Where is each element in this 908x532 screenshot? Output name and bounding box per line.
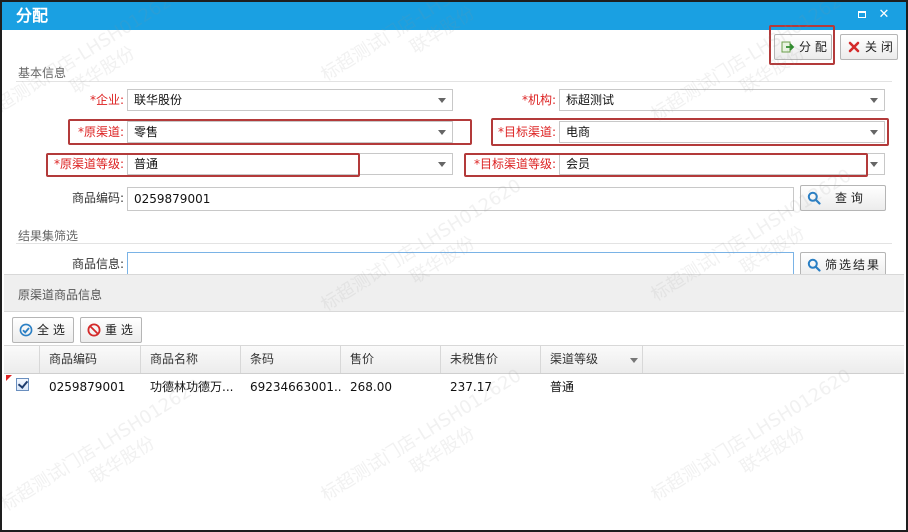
grid-header-checkbox-col	[4, 346, 40, 373]
chevron-down-icon	[438, 162, 446, 167]
filter-results-label: 筛选结果	[825, 258, 882, 272]
source-channel-label: *原渠道:	[77, 125, 124, 139]
chevron-down-icon	[438, 98, 446, 103]
chevron-down-icon	[438, 130, 446, 135]
target-level-value: 会员	[566, 157, 591, 171]
target-channel-label: *目标渠道:	[497, 125, 556, 139]
target-channel-select[interactable]: 电商	[559, 121, 885, 143]
cell-channel-level: 普通	[550, 380, 575, 394]
product-code-input[interactable]: 0259879001	[127, 187, 794, 211]
cell-price: 268.00	[350, 380, 392, 394]
company-value: 联华股份	[134, 93, 183, 107]
search-icon	[807, 258, 821, 272]
source-channel-value: 零售	[134, 125, 159, 139]
column-header-price-no-tax[interactable]: 未税售价	[441, 346, 541, 373]
org-value: 标超测试	[566, 93, 615, 107]
company-select[interactable]: 联华股份	[127, 89, 453, 111]
close-button[interactable]: 关 闭	[840, 34, 898, 60]
source-channel-select[interactable]: 零售	[127, 121, 453, 143]
chevron-down-icon	[870, 98, 878, 103]
target-level-label: *目标渠道等级:	[473, 157, 556, 171]
title-bar[interactable]: 分配 ✕	[2, 2, 906, 30]
column-header-name[interactable]: 商品名称	[141, 346, 241, 373]
close-button-label: 关 闭	[865, 40, 893, 54]
cell-price-no-tax: 237.17	[450, 380, 492, 394]
cell-name: 功德林功德万...	[150, 380, 234, 394]
column-header-barcode[interactable]: 条码	[241, 346, 341, 373]
no-entry-icon	[87, 323, 101, 337]
assign-button-label: 分 配	[799, 40, 827, 54]
search-icon	[807, 191, 821, 205]
close-icon[interactable]: ✕	[876, 7, 892, 23]
filter-divider	[16, 243, 892, 244]
source-level-label: *原渠道等级:	[53, 157, 124, 171]
product-info-input[interactable]	[127, 252, 794, 276]
target-channel-value: 电商	[566, 125, 591, 139]
cell-barcode: 69234663001...	[250, 380, 341, 394]
assign-dialog: 分配 ✕ 分 配 关 闭 基本信息 *企业: 联华股份 *机构: 标超测试 *原…	[0, 0, 908, 532]
cancel-x-icon	[848, 41, 860, 53]
reset-selection-label: 重 选	[105, 323, 133, 337]
select-all-label: 全 选	[37, 323, 65, 337]
source-products-panel-header: 原渠道商品信息	[4, 274, 904, 312]
assign-button[interactable]: 分 配	[774, 34, 832, 60]
column-header-code[interactable]: 商品编码	[40, 346, 141, 373]
column-header-channel-level[interactable]: 渠道等级	[541, 346, 643, 373]
source-level-select[interactable]: 普通	[127, 153, 453, 175]
company-label: *企业:	[89, 93, 124, 107]
dialog-title: 分配	[16, 6, 49, 25]
column-header-price[interactable]: 售价	[341, 346, 441, 373]
product-code-value: 0259879001	[134, 192, 211, 206]
target-level-select[interactable]: 会员	[559, 153, 885, 175]
grid-header: 商品编码 商品名称 条码 售价 未税售价 渠道等级	[4, 346, 904, 374]
table-row[interactable]: 0259879001 功德林功德万... 69234663001... 268.…	[4, 374, 904, 400]
maximize-icon[interactable]	[854, 7, 870, 23]
assign-icon	[781, 41, 795, 53]
reset-selection-button[interactable]: 重 选	[80, 317, 142, 343]
column-menu-icon[interactable]	[630, 358, 638, 363]
source-level-value: 普通	[134, 157, 159, 171]
product-info-label: 商品信息:	[71, 257, 124, 271]
check-circle-icon	[19, 323, 33, 337]
select-all-button[interactable]: 全 选	[12, 317, 74, 343]
cell-code: 0259879001	[49, 380, 126, 394]
basic-info-title: 基本信息	[18, 66, 67, 80]
chevron-down-icon	[870, 130, 878, 135]
row-changed-marker	[6, 375, 12, 381]
org-label: *机构:	[521, 93, 556, 107]
panel-title: 原渠道商品信息	[18, 288, 103, 302]
query-button[interactable]: 查 询	[800, 185, 886, 211]
basic-info-divider	[16, 81, 892, 82]
row-checkbox[interactable]	[16, 378, 29, 391]
chevron-down-icon	[870, 162, 878, 167]
query-button-label: 查 询	[835, 191, 863, 205]
product-code-label: 商品编码:	[71, 191, 124, 205]
org-select[interactable]: 标超测试	[559, 89, 885, 111]
filter-title: 结果集筛选	[18, 229, 79, 243]
